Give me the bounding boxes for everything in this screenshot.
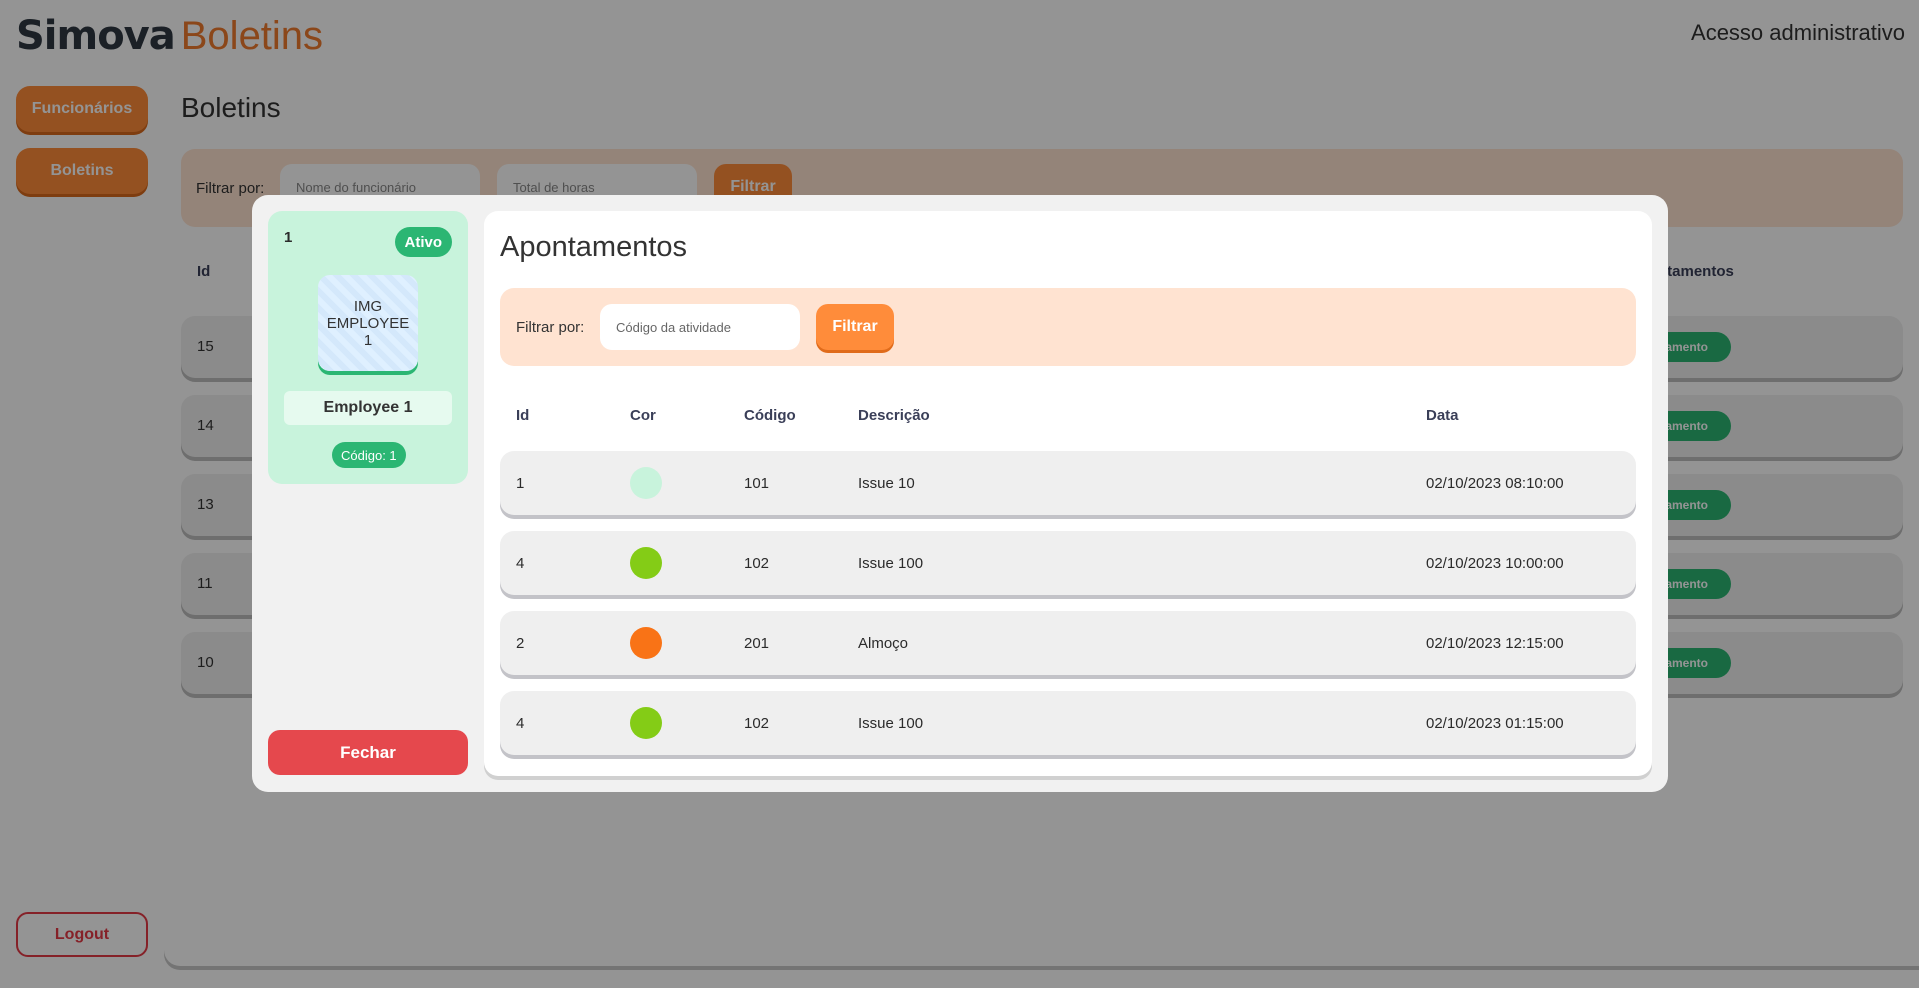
cell-id: 4 <box>516 555 525 572</box>
cell-id: 2 <box>516 635 525 652</box>
cell-id: 1 <box>516 475 525 492</box>
cell-data: 02/10/2023 08:10:00 <box>1426 475 1564 492</box>
color-dot <box>630 547 662 579</box>
modal-title: Apontamentos <box>500 231 688 263</box>
table-row[interactable]: 1 101 Issue 10 02/10/2023 08:10:00 <box>500 451 1636 515</box>
cell-data: 02/10/2023 01:15:00 <box>1426 715 1564 732</box>
cell-descricao: Almoço <box>858 635 909 652</box>
column-data: Data <box>1426 407 1459 424</box>
apontamentos-panel: Apontamentos Filtrar por: Filtrar Id Cor… <box>484 211 1652 776</box>
table-row[interactable]: 4 102 Issue 100 02/10/2023 10:00:00 <box>500 531 1636 595</box>
cell-codigo: 102 <box>744 555 770 572</box>
activity-filter-bar: Filtrar por: Filtrar <box>500 288 1636 366</box>
column-id: Id <box>516 407 530 424</box>
column-descricao: Descrição <box>858 407 930 424</box>
apontamentos-modal: 1 Ativo IMG EMPLOYEE 1 Employee 1 Código… <box>252 195 1668 792</box>
column-cor: Cor <box>630 407 656 424</box>
employee-id: 1 <box>284 229 293 246</box>
filter-label: Filtrar por: <box>516 319 585 336</box>
employee-code-badge: Código: 1 <box>332 442 406 468</box>
activity-code-input[interactable] <box>600 304 800 350</box>
color-dot <box>630 707 662 739</box>
cell-codigo: 102 <box>744 715 770 732</box>
cell-descricao: Issue 10 <box>858 475 915 492</box>
employee-card: 1 Ativo IMG EMPLOYEE 1 Employee 1 Código… <box>268 211 468 484</box>
cell-id: 4 <box>516 715 525 732</box>
cell-codigo: 101 <box>744 475 770 492</box>
cell-descricao: Issue 100 <box>858 555 924 572</box>
close-button[interactable]: Fechar <box>268 730 468 775</box>
color-dot <box>630 467 662 499</box>
filter-button[interactable]: Filtrar <box>816 304 894 350</box>
employee-avatar: IMG EMPLOYEE 1 <box>318 275 418 371</box>
cell-data: 02/10/2023 12:15:00 <box>1426 635 1564 652</box>
employee-name: Employee 1 <box>284 391 452 425</box>
table-row[interactable]: 4 102 Issue 100 02/10/2023 01:15:00 <box>500 691 1636 755</box>
cell-descricao: Issue 100 <box>858 715 924 732</box>
cell-data: 02/10/2023 10:00:00 <box>1426 555 1564 572</box>
column-codigo: Código <box>744 407 796 424</box>
color-dot <box>630 627 662 659</box>
status-badge: Ativo <box>394 227 452 257</box>
cell-codigo: 201 <box>744 635 770 652</box>
table-row[interactable]: 2 201 Almoço 02/10/2023 12:15:00 <box>500 611 1636 675</box>
